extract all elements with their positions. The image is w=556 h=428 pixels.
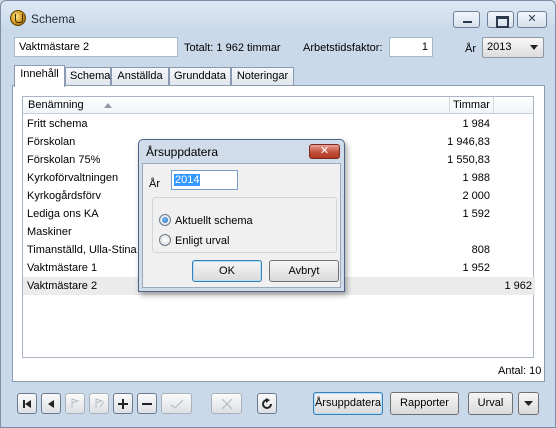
dialog-year-label: År bbox=[149, 178, 160, 190]
window-title: Schema bbox=[31, 12, 76, 26]
tab-noteringar[interactable]: Noteringar bbox=[231, 67, 294, 86]
row-name-cell: Fritt schema bbox=[27, 118, 88, 130]
chevron-down-icon bbox=[530, 45, 538, 50]
tab-anstallda[interactable]: Anställda bbox=[111, 67, 169, 86]
flag-pencil-icon bbox=[95, 398, 104, 408]
row-hours-cell: 1 962 bbox=[504, 280, 532, 292]
minimize-button[interactable] bbox=[453, 11, 480, 28]
flag-edit-button[interactable] bbox=[89, 393, 109, 414]
row-hours-cell: 1 952 bbox=[462, 262, 490, 274]
dialog-year-input[interactable]: 2014 bbox=[171, 170, 238, 190]
first-record-button[interactable] bbox=[17, 393, 37, 414]
dialog-body: År 2014 Aktuellt schema Enligt urval OK … bbox=[142, 163, 341, 288]
plus-icon bbox=[118, 398, 128, 409]
tab-grunddata[interactable]: Grunddata bbox=[169, 67, 231, 86]
table-row[interactable]: Fritt schema 1 984 bbox=[23, 115, 493, 133]
app-logo-icon bbox=[10, 10, 26, 26]
reports-button[interactable]: Rapporter bbox=[390, 392, 459, 415]
close-window-button[interactable]: ✕ bbox=[517, 11, 547, 28]
selection-dropdown-button[interactable] bbox=[518, 392, 539, 415]
row-name-cell: Maskiner bbox=[27, 226, 72, 238]
row-hours-cell: 808 bbox=[471, 244, 490, 256]
title-bar: Schema ✕ bbox=[1, 1, 555, 33]
checkmark-icon bbox=[170, 399, 183, 409]
factor-label: Arbetstidsfaktor: bbox=[303, 42, 383, 54]
table-header: Benämning Timmar bbox=[23, 97, 533, 114]
column-header-name[interactable]: Benämning bbox=[28, 99, 84, 111]
save-button[interactable] bbox=[161, 393, 192, 414]
close-icon: ✕ bbox=[527, 13, 537, 25]
row-hours-cell: 1 550,83 bbox=[447, 154, 490, 166]
row-name-cell: Förskolan 75% bbox=[27, 154, 101, 166]
year-label: År bbox=[465, 43, 476, 55]
row-hours-cell: 1 984 bbox=[462, 118, 490, 130]
maximize-button[interactable] bbox=[487, 11, 514, 28]
remove-button[interactable] bbox=[137, 393, 157, 414]
year-select[interactable]: 2013 bbox=[482, 37, 544, 58]
total-hours-text: Totalt: 1 962 timmar bbox=[184, 42, 281, 54]
update-option-group: Aktuellt schema Enligt urval bbox=[152, 197, 337, 253]
column-header-hours[interactable]: Timmar bbox=[453, 99, 490, 111]
row-name-cell: Timanställd, Ulla-Stina bbox=[27, 244, 137, 256]
radio-checked[interactable] bbox=[159, 214, 171, 226]
row-name-cell: Vaktmästare 1 bbox=[27, 262, 98, 274]
row-hours-cell: 1 946,83 bbox=[447, 136, 490, 148]
sort-ascending-icon bbox=[104, 103, 112, 108]
dialog-title: Årsuppdatera bbox=[146, 145, 219, 159]
refresh-icon bbox=[262, 397, 272, 409]
row-name-cell: Kyrkogårdsförv bbox=[27, 190, 101, 202]
row-hours-cell: 1 592 bbox=[462, 208, 490, 220]
option-current-label: Aktuellt schema bbox=[175, 215, 253, 227]
row-hours-cell: 2 000 bbox=[462, 190, 490, 202]
minus-icon bbox=[142, 402, 152, 405]
row-hours-cell: 1 988 bbox=[462, 172, 490, 184]
schema-name-field[interactable]: Vaktmästare 2 bbox=[14, 37, 178, 57]
tab-innehall[interactable]: Innehåll bbox=[14, 65, 65, 87]
x-icon bbox=[221, 398, 232, 409]
radio-unchecked[interactable] bbox=[159, 234, 171, 246]
column-divider bbox=[493, 97, 494, 113]
add-button[interactable] bbox=[113, 393, 133, 414]
close-icon: ✕ bbox=[319, 145, 330, 157]
cancel-button[interactable]: Avbryt bbox=[269, 260, 339, 282]
year-select-value: 2013 bbox=[487, 41, 512, 53]
previous-icon bbox=[48, 399, 54, 408]
annual-update-dialog: Årsuppdatera ✕ År 2014 Aktuellt schema E… bbox=[138, 139, 345, 292]
flag-icon bbox=[71, 398, 80, 408]
row-name-cell: Vaktmästare 2 bbox=[27, 280, 98, 292]
first-icon bbox=[23, 399, 31, 408]
column-divider bbox=[449, 97, 450, 113]
previous-record-button[interactable] bbox=[41, 393, 61, 414]
option-selection-label: Enligt urval bbox=[175, 235, 230, 247]
flag-button[interactable] bbox=[65, 393, 85, 414]
dialog-year-value: 2014 bbox=[174, 174, 201, 186]
row-name-cell: Förskolan bbox=[27, 136, 76, 148]
refresh-button[interactable] bbox=[257, 393, 277, 414]
factor-field[interactable]: 1 bbox=[389, 37, 433, 57]
annual-update-button[interactable]: Årsuppdatera bbox=[313, 392, 383, 415]
schema-window: Schema ✕ Vaktmästare 2 Totalt: 1 962 tim… bbox=[0, 0, 556, 428]
cancel-edit-button[interactable] bbox=[211, 393, 242, 414]
chevron-down-icon bbox=[524, 401, 533, 406]
selection-button[interactable]: Urval bbox=[468, 392, 513, 415]
row-name-cell: Lediga ons KA bbox=[27, 208, 99, 220]
tab-schema[interactable]: Schema bbox=[65, 67, 111, 86]
dialog-close-button[interactable]: ✕ bbox=[309, 144, 340, 159]
row-count: Antal: 10 bbox=[498, 365, 542, 377]
row-name-cell: Kyrkoförvaltningen bbox=[27, 172, 119, 184]
ok-button[interactable]: OK bbox=[192, 260, 262, 282]
